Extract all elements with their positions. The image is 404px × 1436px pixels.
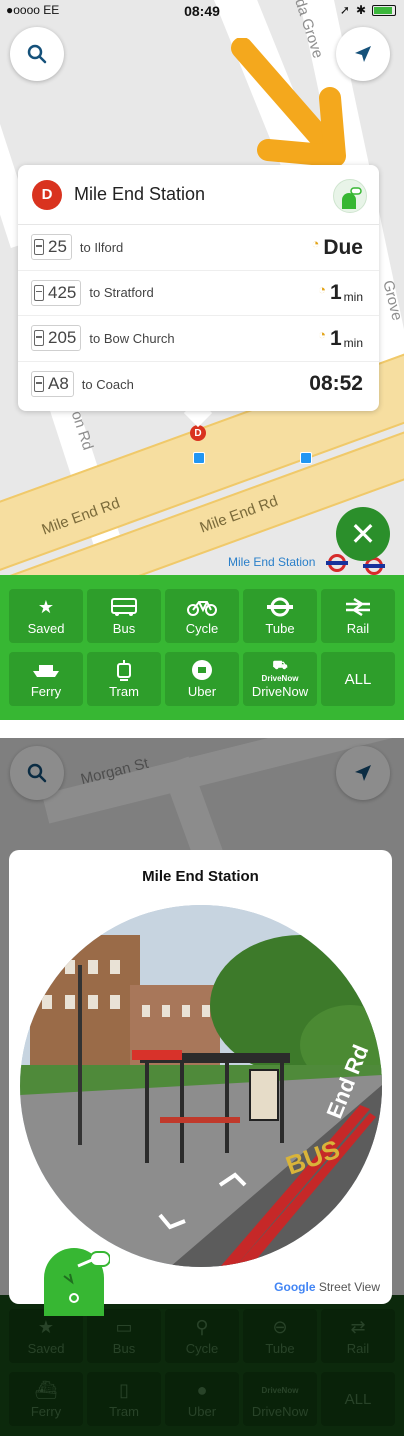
mode-label: ALL bbox=[344, 670, 372, 688]
mode-label: Bus bbox=[112, 621, 136, 636]
eta: 08:52 bbox=[309, 362, 363, 407]
eta-value: 1 bbox=[329, 326, 342, 350]
mode-rail[interactable]: Rail bbox=[321, 589, 395, 643]
departure-row[interactable]: 25 to Ilford ◔ Due bbox=[18, 225, 379, 271]
street-view-button[interactable] bbox=[333, 179, 367, 213]
station-label[interactable]: Mile End Station bbox=[228, 555, 315, 569]
modal-title: Mile End Station bbox=[142, 868, 259, 885]
departure-row[interactable]: A8 to Coach 08:52 bbox=[18, 362, 379, 408]
street-view-modal: Mile End Station BUS End Rd Google Stree… bbox=[9, 850, 392, 1304]
route-number: 425 bbox=[48, 282, 77, 302]
route-badge: 425 bbox=[31, 279, 82, 306]
bicycle-icon bbox=[187, 596, 217, 618]
status-icons: ➚ ✱ bbox=[340, 3, 396, 17]
route-badge: A8 bbox=[31, 371, 74, 398]
mode-uber[interactable]: Uber bbox=[165, 652, 239, 706]
eta-value: Due bbox=[323, 235, 363, 259]
route-badge: 25 bbox=[31, 234, 72, 261]
car-icon: ⛟ bbox=[272, 657, 288, 672]
eta-unit: min bbox=[343, 335, 363, 350]
mode-tram[interactable]: Tram bbox=[87, 652, 161, 706]
mode-tube[interactable]: Tube bbox=[243, 589, 317, 643]
google-street-view-logo: Google Street View bbox=[274, 1280, 380, 1294]
street-view-screen: Morgan St ★ Saved ▭ Bus ⚲ Cycle ⊖ Tube ⇄ Rail… bbox=[0, 738, 404, 1436]
live-signal-icon: ◔ bbox=[311, 236, 320, 251]
bus-stop-marker[interactable] bbox=[193, 452, 205, 464]
mode-label: Tram bbox=[109, 684, 139, 699]
route-number: 205 bbox=[48, 328, 77, 348]
bus-icon bbox=[34, 330, 44, 347]
route-badge: 205 bbox=[31, 325, 82, 352]
tube-roundel-icon bbox=[266, 596, 294, 618]
location-arrow-icon: ➚ bbox=[339, 3, 350, 17]
stop-letter-badge: D bbox=[32, 179, 62, 210]
search-icon bbox=[27, 44, 47, 64]
destination: to Coach bbox=[81, 376, 134, 392]
bus-icon bbox=[111, 596, 137, 618]
destination: to Ilford bbox=[79, 239, 124, 255]
bus-icon bbox=[34, 239, 44, 256]
departure-row[interactable]: 425 to Stratford ◔ 1 min bbox=[18, 271, 379, 316]
route-number: 25 bbox=[48, 237, 67, 257]
tube-station-icon[interactable] bbox=[326, 554, 348, 572]
mode-label: Cycle bbox=[185, 621, 219, 636]
transport-mode-panel: ★ Saved Bus Cycle Tube Rail Ferry Tram Ub… bbox=[0, 575, 404, 720]
mode-label: Tube bbox=[265, 621, 295, 636]
mode-cycle[interactable]: Cycle bbox=[165, 589, 239, 643]
transport-mode-grid: ★ Saved Bus Cycle Tube Rail Ferry Tram Ub… bbox=[9, 589, 395, 706]
arrow-annotation-icon bbox=[231, 38, 346, 167]
drivenow-logo-text: DriveNow bbox=[261, 673, 299, 683]
battery-icon bbox=[372, 4, 396, 16]
mode-drivenow[interactable]: ⛟ DriveNow DriveNow bbox=[243, 652, 317, 706]
google-wordmark: Google bbox=[274, 1280, 316, 1294]
eta: ◔ 1 min bbox=[318, 271, 363, 316]
bus-icon bbox=[34, 284, 44, 301]
mode-label: Ferry bbox=[30, 684, 62, 699]
eta: ◔ 1 min bbox=[318, 316, 363, 361]
stop-pin[interactable]: D bbox=[190, 425, 206, 441]
mode-label: Saved bbox=[27, 621, 65, 636]
drivenow-icon: ⛟ DriveNow bbox=[261, 657, 299, 683]
destination: to Bow Church bbox=[89, 330, 175, 346]
ferry-icon bbox=[31, 659, 61, 681]
departure-row[interactable]: 205 to Bow Church ◔ 1 min bbox=[18, 316, 379, 362]
bluetooth-icon: ✱ bbox=[355, 3, 366, 17]
stop-departures-card[interactable]: D Mile End Station 25 to Ilford ◔ Due 425… bbox=[18, 165, 379, 411]
mode-ferry[interactable]: Ferry bbox=[9, 652, 83, 706]
eta-unit: min bbox=[343, 290, 363, 304]
eta: ◔ Due bbox=[311, 225, 363, 270]
bus-icon bbox=[34, 376, 44, 393]
transit-screen: Mile End Rd Mile End Rd on Rd da Grove G… bbox=[0, 0, 404, 720]
uber-icon bbox=[191, 659, 213, 681]
route-number: A8 bbox=[48, 374, 69, 394]
mode-label: Uber bbox=[187, 684, 217, 699]
street-view-panorama[interactable]: BUS End Rd bbox=[20, 905, 382, 1267]
card-header: D Mile End Station bbox=[18, 165, 379, 225]
close-icon: ✕ bbox=[349, 516, 377, 552]
destination: to Stratford bbox=[89, 285, 154, 301]
street-view-mascot-icon[interactable] bbox=[42, 1246, 110, 1316]
street-photo: BUS End Rd bbox=[20, 905, 382, 1267]
rail-icon bbox=[344, 596, 372, 618]
mode-all[interactable]: ALL bbox=[321, 652, 395, 706]
street-view-wordmark: Street View bbox=[318, 1280, 380, 1294]
tram-icon bbox=[115, 659, 133, 681]
status-bar: ●oooo EE 08:49 ➚ ✱ bbox=[0, 0, 404, 22]
search-button[interactable] bbox=[10, 27, 64, 81]
bus-stop-marker[interactable] bbox=[300, 452, 312, 464]
stop-name: Mile End Station bbox=[74, 184, 206, 204]
close-button[interactable]: ✕ bbox=[336, 507, 390, 561]
eta-time: 08:52 bbox=[309, 372, 363, 395]
live-signal-icon: ◔ bbox=[318, 281, 326, 297]
eta-value: 1 bbox=[329, 281, 342, 304]
star-icon: ★ bbox=[37, 596, 55, 617]
mode-label: Rail bbox=[346, 621, 370, 636]
live-signal-icon: ◔ bbox=[318, 327, 326, 342]
street-view-icon bbox=[342, 187, 362, 209]
mode-bus[interactable]: Bus bbox=[87, 589, 161, 643]
mode-label: DriveNow bbox=[251, 684, 309, 699]
mode-saved[interactable]: ★ Saved bbox=[9, 589, 83, 643]
